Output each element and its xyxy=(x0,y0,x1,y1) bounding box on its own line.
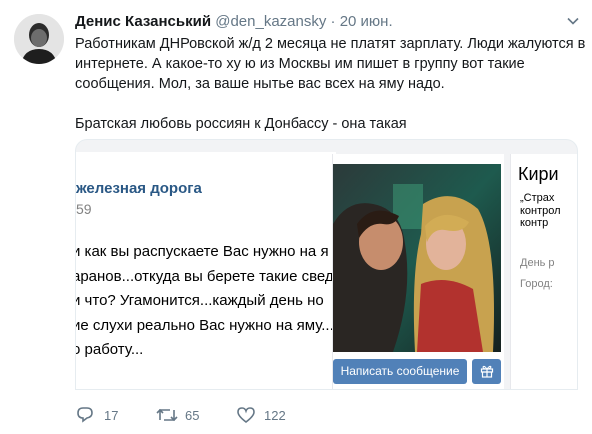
header-separator: · xyxy=(330,13,336,30)
vk-message-line: и что? Угамонится...каждый день но xyxy=(75,292,324,309)
like-count: 122 xyxy=(264,408,286,423)
vk-status-line: „Страх xyxy=(520,192,555,204)
vk-profile-status: „Страх контрол контр xyxy=(520,192,561,230)
tweet-text-line: сообщения. Мол, за ваше нытье вас всех н… xyxy=(75,76,445,92)
vk-profile-photo-panel: Написать сообщение xyxy=(332,154,504,389)
vk-group-sub: 59 xyxy=(76,201,92,217)
like-button[interactable]: 122 xyxy=(236,404,306,426)
vk-post-panel: железная дорога 59 и как вы распускаете … xyxy=(75,152,336,389)
retweet-count: 65 xyxy=(185,408,200,423)
tweet-date[interactable]: 20 июн. xyxy=(340,13,393,30)
vk-city-label: Город: xyxy=(520,278,553,290)
author-avatar[interactable] xyxy=(14,14,64,64)
vk-message-line: о работу... xyxy=(75,341,144,358)
vk-birthday-label: День р xyxy=(520,257,555,269)
vk-status-line: контр xyxy=(520,217,549,229)
chevron-down-icon[interactable] xyxy=(566,14,580,28)
reply-icon xyxy=(77,407,93,423)
gift-icon xyxy=(480,365,493,378)
vk-status-line: контрол xyxy=(520,204,561,217)
retweet-button[interactable]: 65 xyxy=(156,404,226,426)
vk-message-line: ие слухи реально Вас нужно на яму... xyxy=(75,316,334,334)
vk-message-line: аранов...откуда вы берете такие свед xyxy=(75,267,334,285)
author-handle[interactable]: @den_kazansky xyxy=(215,13,326,30)
heart-icon xyxy=(237,407,255,424)
vk-profile-name: Кири xyxy=(518,164,559,184)
tweet-text-line: интернете. А какое-то ху ю из Москвы им … xyxy=(75,56,525,72)
vk-message-line: и как вы распускаете Вас нужно на я xyxy=(75,243,329,260)
write-message-button[interactable]: Написать сообщение xyxy=(333,359,467,384)
vk-message-text: и как вы распускаете Вас нужно на я аран… xyxy=(75,240,334,363)
tweet-text-line: Братская любовь россиян к Донбассу - она… xyxy=(75,116,407,132)
vk-profile-photo xyxy=(333,164,501,352)
tweet-text: Работникам ДНРовской ж/д 2 месяца не пла… xyxy=(75,34,586,134)
reply-count: 17 xyxy=(104,408,119,423)
retweet-icon xyxy=(156,408,178,422)
vk-profile-info-panel: Кири „Страх контрол контр День р Город: xyxy=(510,154,577,389)
vk-group-name: железная дорога xyxy=(76,180,202,197)
gift-button[interactable] xyxy=(472,359,501,384)
author-name[interactable]: Денис Казанський xyxy=(75,13,211,30)
tweet-header: Денис Казанський @den_kazansky · 20 июн. xyxy=(75,13,393,30)
tweet-text-line: Работникам ДНРовской ж/д 2 месяца не пла… xyxy=(75,36,586,52)
tweet-media-image[interactable]: железная дорога 59 и как вы распускаете … xyxy=(75,139,578,390)
reply-button[interactable]: 17 xyxy=(75,404,135,426)
